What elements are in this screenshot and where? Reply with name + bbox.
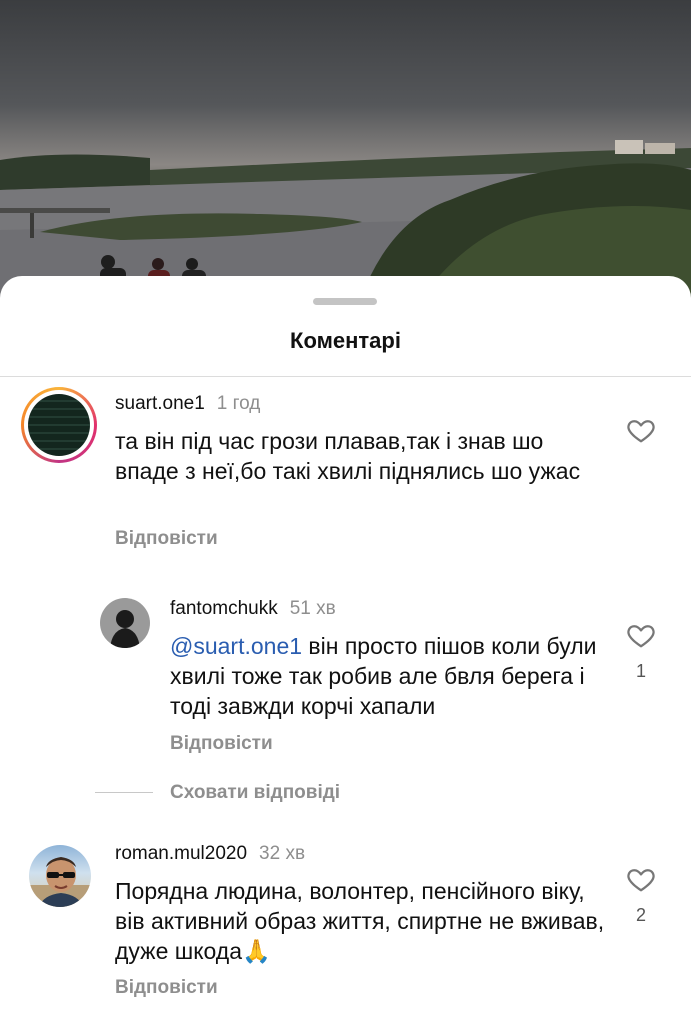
comment-username[interactable]: roman.mul2020 bbox=[115, 843, 247, 864]
comment-username-line: suart.one1 1 год bbox=[115, 393, 260, 415]
header-divider bbox=[0, 376, 691, 377]
comment-username-line: fantomchukk 51 хв bbox=[170, 598, 336, 620]
sheet-title: Коментарі bbox=[290, 328, 401, 353]
avatar-portrait bbox=[29, 857, 91, 907]
comment-time: 51 хв bbox=[289, 598, 336, 619]
mention-link[interactable]: @suart.one1 bbox=[170, 633, 302, 659]
comment-username-line: roman.mul2020 32 хв bbox=[115, 843, 305, 865]
like-count: 1 bbox=[635, 661, 646, 681]
heart-outline-icon[interactable] bbox=[626, 620, 656, 650]
avatar[interactable] bbox=[29, 845, 91, 907]
post-photo-background bbox=[0, 0, 691, 300]
drag-handle[interactable] bbox=[313, 298, 377, 305]
reply-button[interactable]: Відповісти bbox=[170, 733, 273, 755]
comment-username[interactable]: suart.one1 bbox=[115, 393, 205, 414]
reply-button[interactable]: Відповісти bbox=[115, 977, 218, 999]
avatar[interactable] bbox=[100, 598, 150, 648]
comment-username[interactable]: fantomchukk bbox=[170, 598, 278, 619]
comment-text: Порядна людина, волонтер, пенсійного вік… bbox=[115, 878, 605, 964]
avatar[interactable] bbox=[21, 387, 97, 463]
heart-outline-icon[interactable] bbox=[626, 864, 656, 894]
reply-button[interactable]: Відповісти bbox=[115, 528, 218, 550]
hide-replies-button[interactable]: Сховати відповіді bbox=[170, 782, 340, 804]
comment-text: @suart.one1 він просто пішов коли були х… bbox=[170, 631, 610, 721]
comment-text: та він під час грози плавав,так і знав ш… bbox=[115, 428, 581, 484]
comment-time: 1 год bbox=[216, 393, 261, 414]
hide-replies-line bbox=[95, 792, 153, 793]
comment-time: 32 хв bbox=[259, 843, 306, 864]
like-count: 2 bbox=[635, 905, 646, 925]
avatar-silhouette bbox=[110, 610, 140, 648]
heart-outline-icon[interactable] bbox=[626, 415, 656, 445]
